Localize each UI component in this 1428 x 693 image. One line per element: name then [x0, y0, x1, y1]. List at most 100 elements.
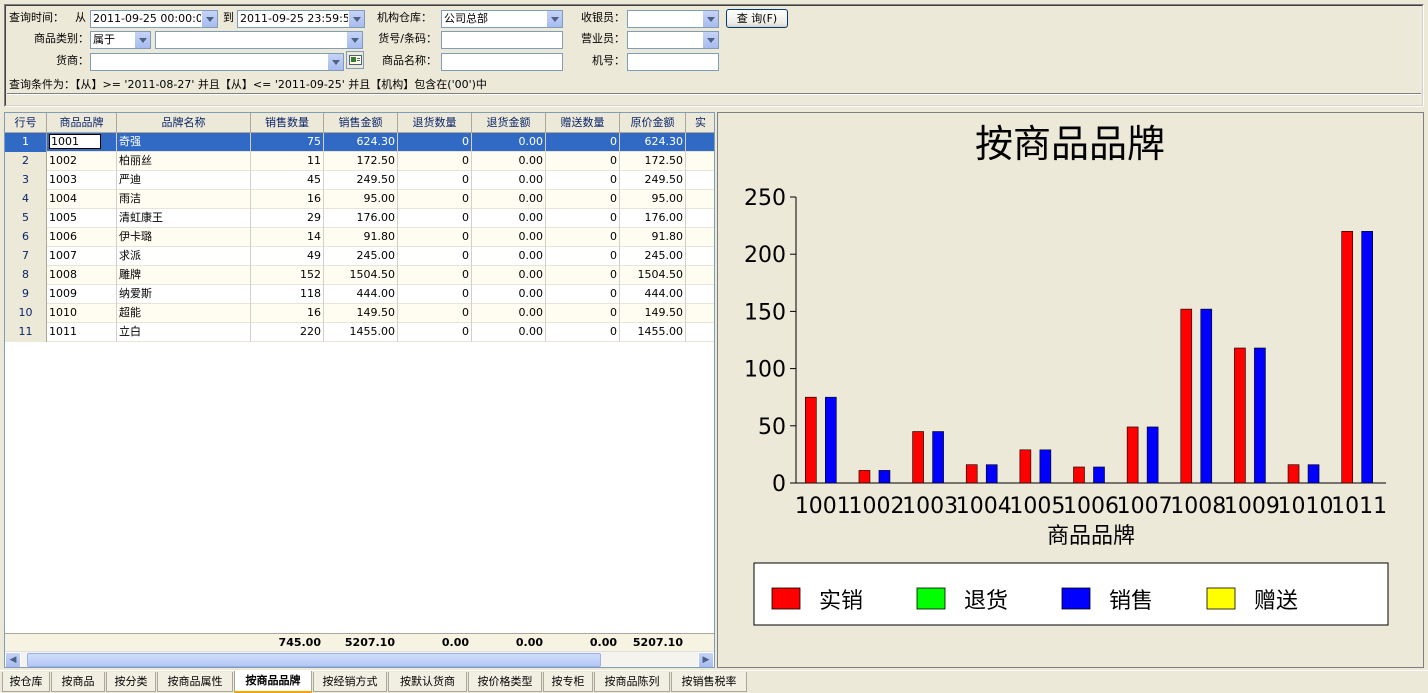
- table-cell[interactable]: 1003: [47, 171, 117, 190]
- table-cell[interactable]: 0.00: [472, 152, 546, 171]
- table-cell[interactable]: [686, 209, 714, 228]
- scroll-left-icon[interactable]: ◀: [5, 652, 21, 667]
- table-cell[interactable]: 0: [398, 133, 472, 152]
- table-row[interactable]: 9 1009 纳爱斯 118 444.00 0 0.00 0 444.00: [5, 285, 714, 304]
- table-cell[interactable]: [686, 304, 714, 323]
- table-row[interactable]: 4 1004 雨洁 16 95.00 0 0.00 0 95.00: [5, 190, 714, 209]
- table-cell[interactable]: 245.00: [324, 247, 398, 266]
- table-row[interactable]: 7 1007 求派 49 245.00 0 0.00 0 245.00: [5, 247, 714, 266]
- table-cell[interactable]: 118: [251, 285, 324, 304]
- table-cell[interactable]: 172.50: [324, 152, 398, 171]
- table-cell[interactable]: 1010: [47, 304, 117, 323]
- scroll-right-icon[interactable]: ▶: [698, 652, 714, 667]
- chevron-down-icon[interactable]: [201, 11, 217, 27]
- table-cell[interactable]: 1504.50: [620, 266, 686, 285]
- table-cell[interactable]: 444.00: [620, 285, 686, 304]
- table-cell[interactable]: [686, 171, 714, 190]
- table-cell[interactable]: 0.00: [472, 133, 546, 152]
- table-cell[interactable]: 75: [251, 133, 324, 152]
- table-cell[interactable]: 求派: [117, 247, 251, 266]
- tab-9[interactable]: 按商品陈列: [594, 672, 670, 692]
- grid-body[interactable]: 1 1001 奇强 75 624.30 0 0.00 0 624.30 2 1002 柏丽丝 11 172…: [5, 133, 714, 342]
- table-cell[interactable]: [686, 323, 714, 342]
- table-cell[interactable]: 0: [546, 247, 620, 266]
- table-cell[interactable]: 624.30: [620, 133, 686, 152]
- table-cell[interactable]: 249.50: [620, 171, 686, 190]
- table-row[interactable]: 2 1002 柏丽丝 11 172.50 0 0.00 0 172.50: [5, 152, 714, 171]
- table-row[interactable]: 6 1006 伊卡璐 14 91.80 0 0.00 0 91.80: [5, 228, 714, 247]
- row-number-cell[interactable]: 10: [5, 304, 47, 323]
- table-cell[interactable]: 220: [251, 323, 324, 342]
- table-cell[interactable]: [686, 247, 714, 266]
- table-cell[interactable]: [686, 133, 714, 152]
- table-cell[interactable]: 149.50: [620, 304, 686, 323]
- table-cell[interactable]: 0: [546, 190, 620, 209]
- data-grid[interactable]: 行号 商品品牌 品牌名称 销售数量 销售金额 退货数量 退货金额 赠送数量 原价金额实 1 100…: [4, 112, 715, 668]
- table-cell[interactable]: 45: [251, 171, 324, 190]
- query-button[interactable]: 查 询(F): [726, 9, 788, 28]
- row-number-cell[interactable]: 9: [5, 285, 47, 304]
- table-cell[interactable]: 纳爱斯: [117, 285, 251, 304]
- table-cell[interactable]: 1455.00: [324, 323, 398, 342]
- table-cell[interactable]: 249.50: [324, 171, 398, 190]
- scrollbar-thumb[interactable]: [27, 653, 601, 667]
- table-row[interactable]: 11 1011 立白 220 1455.00 0 0.00 0 1455.00: [5, 323, 714, 342]
- table-cell[interactable]: 95.00: [324, 190, 398, 209]
- table-cell[interactable]: 1008: [47, 266, 117, 285]
- tab-8[interactable]: 按专柜: [543, 672, 593, 692]
- table-cell[interactable]: 0.00: [472, 304, 546, 323]
- row-number-cell[interactable]: 11: [5, 323, 47, 342]
- warehouse-combo[interactable]: 公司总部: [441, 10, 563, 28]
- table-cell[interactable]: 176.00: [620, 209, 686, 228]
- row-number-cell[interactable]: 4: [5, 190, 47, 209]
- table-cell[interactable]: 0: [398, 171, 472, 190]
- chevron-down-icon[interactable]: [348, 11, 364, 27]
- tab-6[interactable]: 按默认货商: [388, 672, 467, 692]
- table-cell[interactable]: 49: [251, 247, 324, 266]
- table-cell[interactable]: 柏丽丝: [117, 152, 251, 171]
- table-cell[interactable]: 0: [546, 228, 620, 247]
- column-header[interactable]: 实: [686, 113, 714, 133]
- category-op-combo[interactable]: 属于: [90, 31, 151, 49]
- table-cell[interactable]: 0.00: [472, 171, 546, 190]
- table-cell[interactable]: 1011: [47, 323, 117, 342]
- tab-2[interactable]: 按分类: [106, 672, 156, 692]
- tab-5[interactable]: 按经销方式: [313, 672, 387, 692]
- column-header[interactable]: 品牌名称: [117, 113, 251, 133]
- table-cell[interactable]: 0: [398, 152, 472, 171]
- table-cell[interactable]: 0: [398, 190, 472, 209]
- table-cell[interactable]: [686, 266, 714, 285]
- to-date-combo[interactable]: 2011-09-25 23:59:5: [237, 10, 365, 28]
- table-cell[interactable]: 0.00: [472, 323, 546, 342]
- table-cell[interactable]: 0.00: [472, 285, 546, 304]
- table-cell[interactable]: 雨洁: [117, 190, 251, 209]
- chevron-down-icon[interactable]: [346, 32, 362, 48]
- table-cell[interactable]: 0: [546, 133, 620, 152]
- column-header[interactable]: 原价金额: [620, 113, 686, 133]
- column-header[interactable]: 退货金额: [472, 113, 546, 133]
- table-cell[interactable]: 0: [546, 285, 620, 304]
- tab-10[interactable]: 按销售税率: [671, 672, 747, 692]
- column-header[interactable]: 销售金额: [324, 113, 398, 133]
- table-row[interactable]: 8 1008 雕牌 152 1504.50 0 0.00 0 1504.50: [5, 266, 714, 285]
- row-number-cell[interactable]: 3: [5, 171, 47, 190]
- column-header[interactable]: 赠送数量: [546, 113, 620, 133]
- table-cell[interactable]: [686, 285, 714, 304]
- table-cell[interactable]: 16: [251, 190, 324, 209]
- row-number-cell[interactable]: 2: [5, 152, 47, 171]
- table-cell[interactable]: 0: [398, 323, 472, 342]
- table-cell[interactable]: [686, 228, 714, 247]
- table-cell[interactable]: 1005: [47, 209, 117, 228]
- supplier-picker-button[interactable]: [346, 51, 364, 69]
- table-cell[interactable]: 176.00: [324, 209, 398, 228]
- column-header[interactable]: 退货数量: [398, 113, 472, 133]
- table-cell[interactable]: 0: [398, 285, 472, 304]
- table-cell[interactable]: 0.00: [472, 228, 546, 247]
- table-cell[interactable]: 444.00: [324, 285, 398, 304]
- row-number-cell[interactable]: 6: [5, 228, 47, 247]
- salesperson-combo[interactable]: [627, 31, 719, 49]
- row-number-cell[interactable]: 5: [5, 209, 47, 228]
- table-cell[interactable]: 149.50: [324, 304, 398, 323]
- table-cell[interactable]: 严迪: [117, 171, 251, 190]
- table-row[interactable]: 3 1003 严迪 45 249.50 0 0.00 0 249.50: [5, 171, 714, 190]
